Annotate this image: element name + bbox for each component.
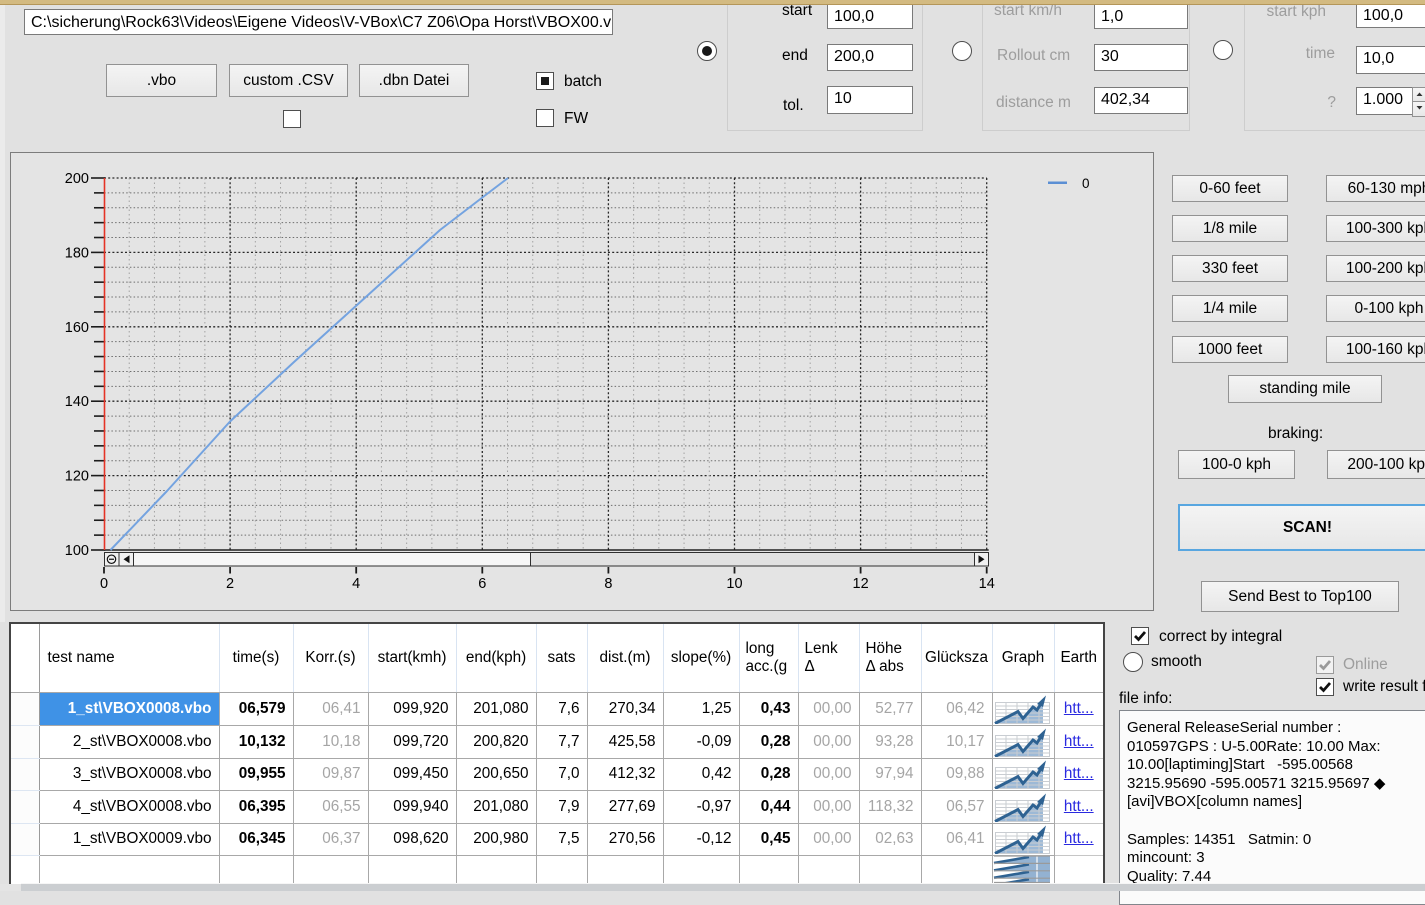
svg-text:120: 120 (65, 469, 89, 485)
svg-text:0: 0 (100, 576, 108, 592)
svg-text:14: 14 (979, 576, 995, 592)
svg-text:200: 200 (65, 171, 89, 187)
svg-text:12: 12 (853, 576, 869, 592)
svg-text:100: 100 (65, 543, 89, 559)
svg-text:4: 4 (352, 576, 360, 592)
svg-text:8: 8 (604, 576, 612, 592)
svg-text:2: 2 (226, 576, 234, 592)
svg-text:140: 140 (65, 394, 89, 410)
svg-text:160: 160 (65, 320, 89, 336)
svg-text:10: 10 (726, 576, 742, 592)
svg-text:180: 180 (65, 245, 89, 261)
svg-text:0: 0 (1082, 176, 1090, 191)
svg-text:6: 6 (478, 576, 486, 592)
